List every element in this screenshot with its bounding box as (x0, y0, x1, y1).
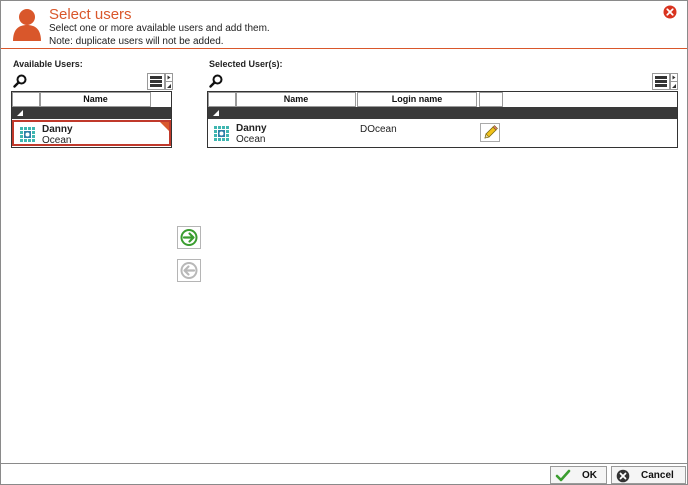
dialog-subtitle: Select one or more available users and a… (49, 22, 270, 48)
checkmark-icon (555, 469, 571, 482)
dialog-footer: OK Cancel (1, 463, 687, 484)
user-login-name: DOcean (360, 124, 397, 135)
arrow-left-icon (180, 262, 198, 279)
cancel-icon (616, 469, 630, 483)
subtitle-line-1: Select one or more available users and a… (49, 23, 270, 34)
cancel-label: Cancel (641, 470, 674, 481)
user-grid-icon (20, 127, 35, 142)
search-icon[interactable] (13, 74, 27, 88)
selected-col-login[interactable]: Login name (357, 92, 477, 107)
selected-user-row[interactable]: Danny Ocean DOcean (208, 121, 677, 147)
column-chooser-icon[interactable] (652, 73, 678, 90)
arrow-right-icon (180, 229, 198, 246)
pencil-icon (484, 125, 498, 139)
dialog-header: Select users Select one or more availabl… (1, 1, 687, 49)
subtitle-line-2: Note: duplicate users will not be added. (49, 36, 224, 47)
selected-users-grid: Name Login name Danny Ocean DOcean (207, 91, 678, 148)
selected-group-bar[interactable] (208, 107, 677, 119)
add-user-button[interactable] (177, 226, 201, 249)
available-user-row[interactable]: Danny Ocean (12, 120, 171, 146)
selection-corner-marker (160, 122, 169, 131)
ok-label: OK (582, 470, 597, 481)
available-col-name[interactable]: Name (40, 92, 151, 107)
cancel-button[interactable]: Cancel (611, 466, 686, 484)
selected-col-actions[interactable] (479, 92, 503, 107)
remove-user-button[interactable] (177, 259, 201, 282)
ok-button[interactable]: OK (550, 466, 607, 484)
user-icon (13, 9, 41, 41)
close-icon[interactable] (663, 5, 677, 19)
selected-col-name[interactable]: Name (236, 92, 356, 107)
select-users-dialog: Select users Select one or more availabl… (0, 0, 688, 485)
user-last-name: Ocean (42, 135, 72, 146)
user-first-name: Danny (42, 124, 73, 135)
dialog-title: Select users (49, 6, 132, 23)
available-users-grid: Name Danny Ocean (11, 91, 172, 148)
edit-user-button[interactable] (480, 123, 500, 142)
column-chooser-icon[interactable] (147, 73, 173, 90)
user-last-name: Ocean (236, 134, 266, 145)
selected-users-label: Selected User(s): (209, 59, 283, 69)
user-first-name: Danny (236, 123, 267, 134)
available-users-label: Available Users: (13, 59, 83, 69)
collapse-triangle-icon (213, 110, 219, 116)
collapse-triangle-icon (17, 110, 23, 116)
selected-col-select[interactable] (208, 92, 236, 107)
available-col-select[interactable] (12, 92, 40, 107)
available-group-bar[interactable] (12, 107, 171, 119)
search-icon[interactable] (209, 74, 223, 88)
user-grid-icon (214, 126, 229, 141)
